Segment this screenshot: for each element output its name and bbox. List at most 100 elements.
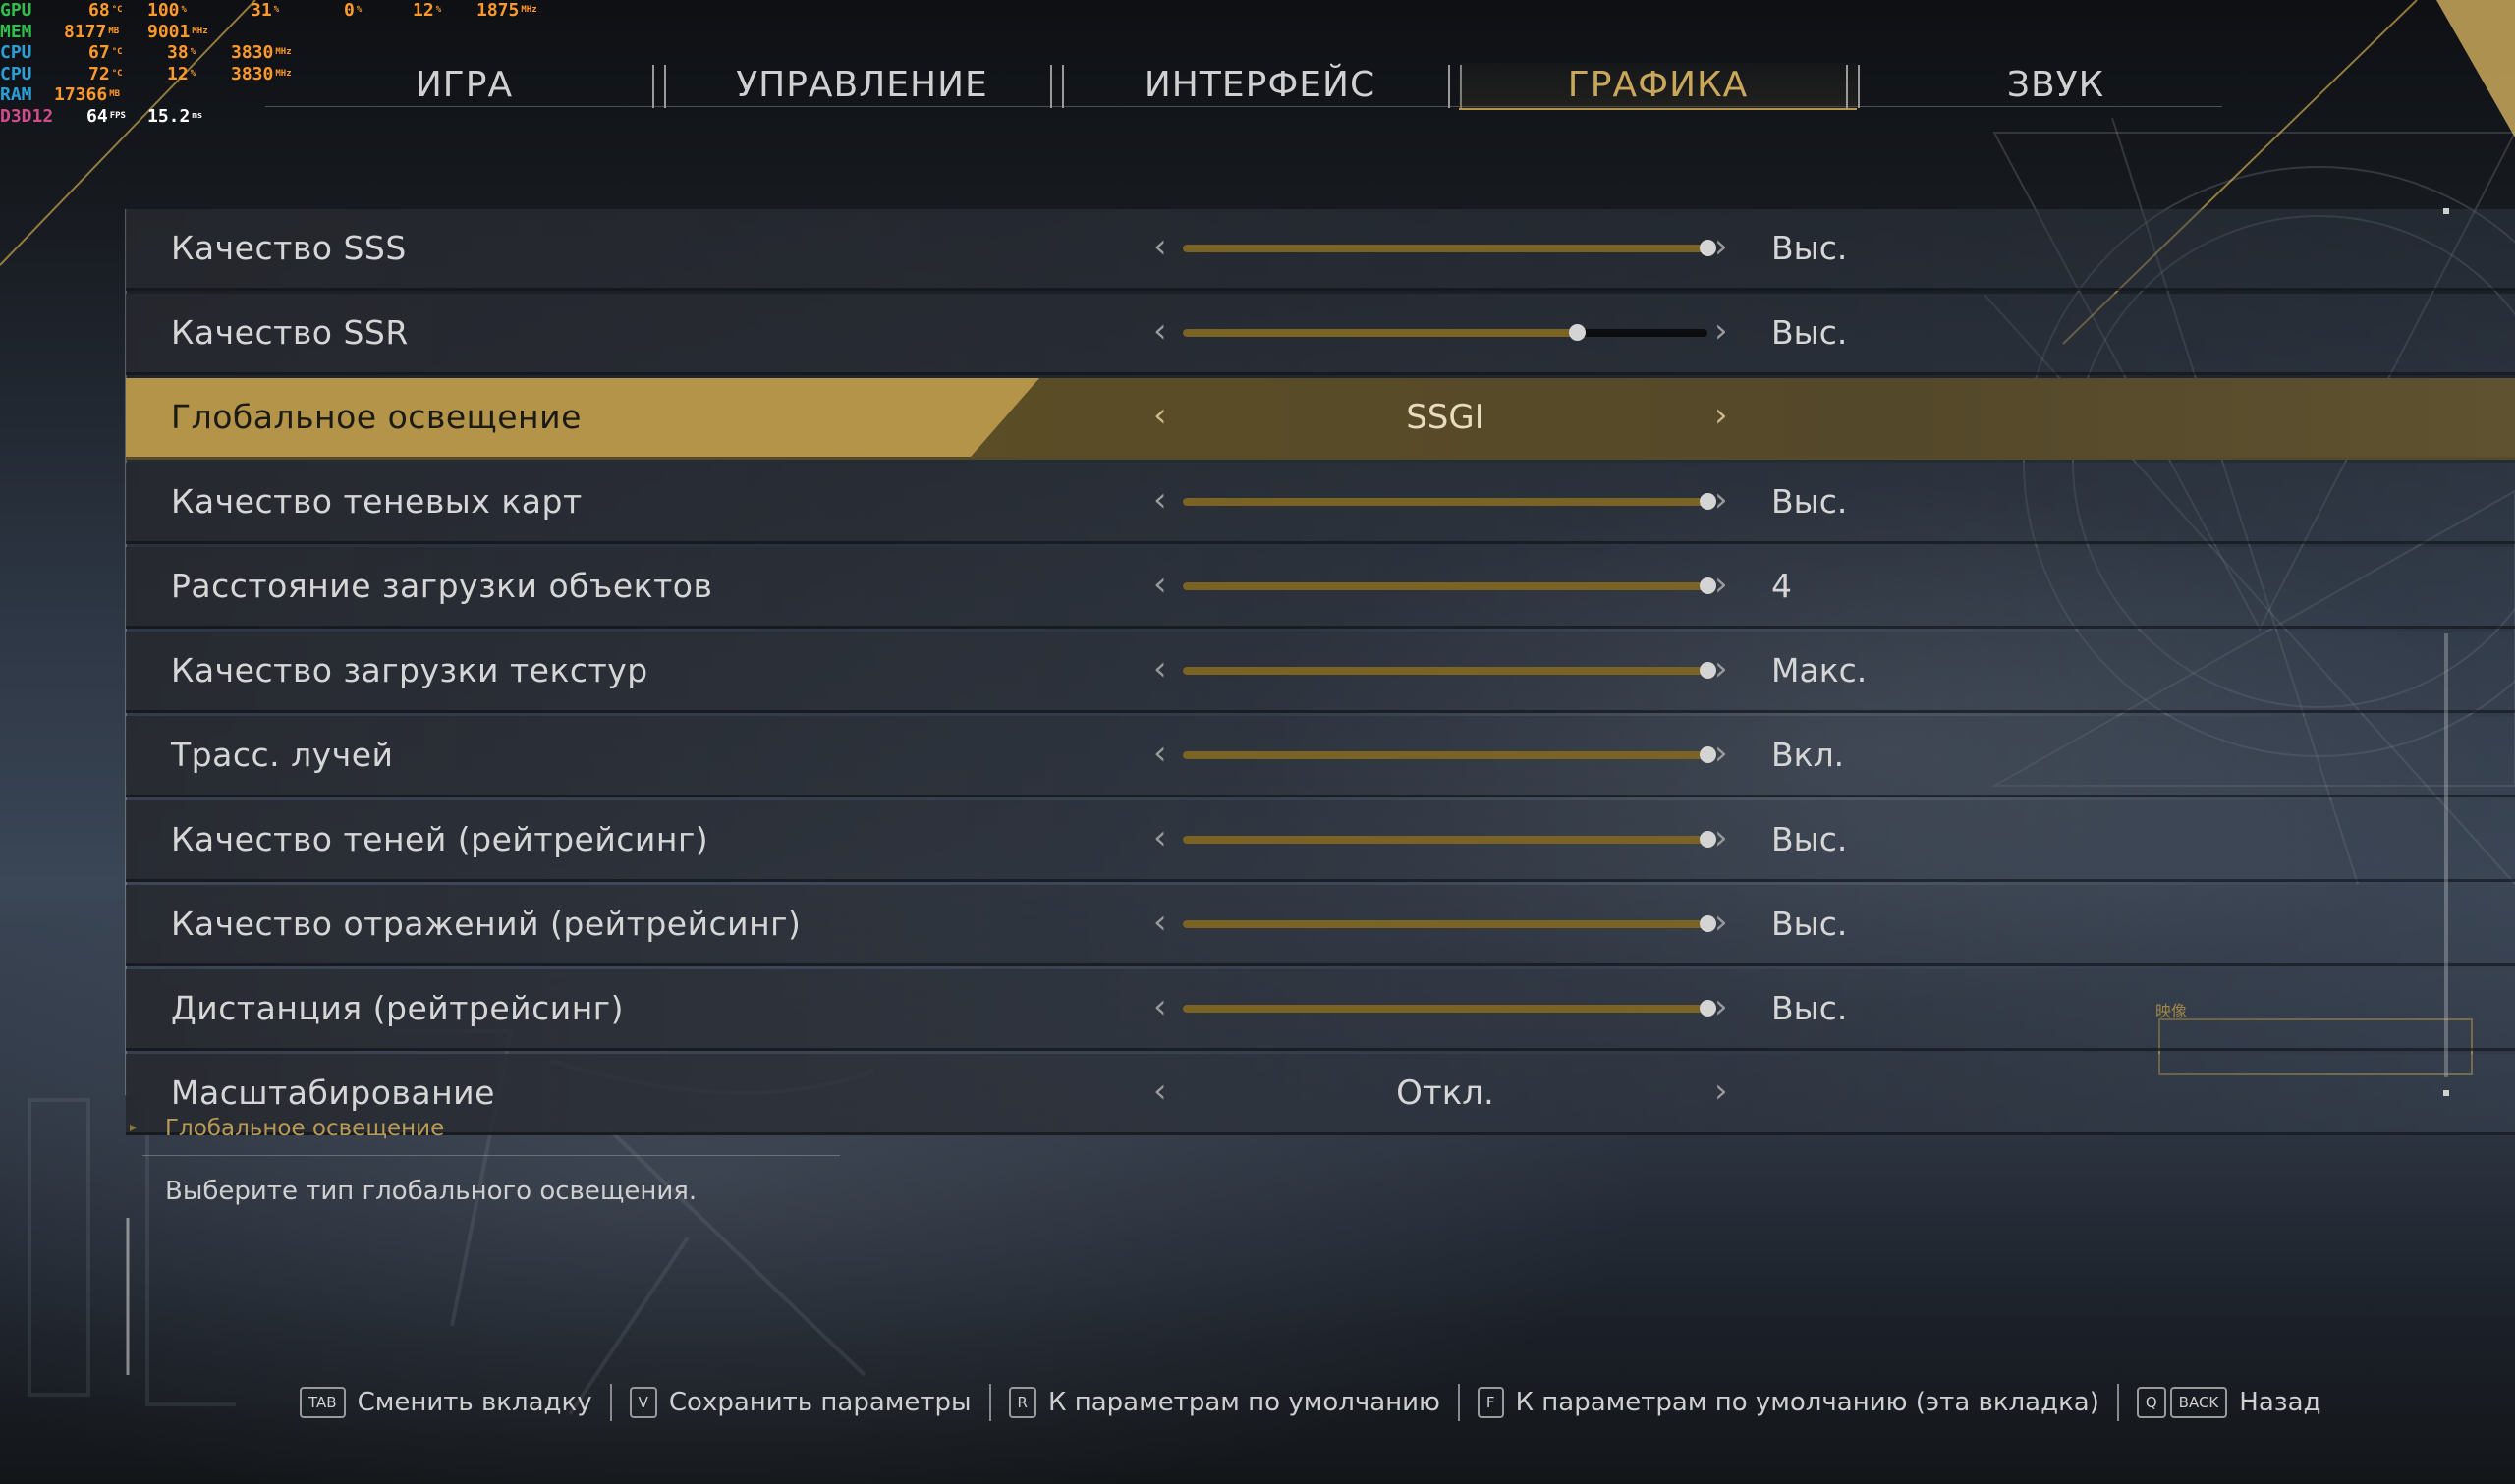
hint-separator xyxy=(1457,1384,1460,1421)
osd-row-key: MEM xyxy=(0,21,32,42)
chevron-left-icon[interactable]: ‹ xyxy=(1153,969,1167,1044)
osd-value: 12% xyxy=(167,63,196,84)
scrollbar-top-cap xyxy=(2443,208,2449,214)
slider-handle[interactable] xyxy=(1700,493,1716,510)
setting-label: Расстояние загрузки объектов xyxy=(171,567,713,605)
chevron-left-icon[interactable]: ‹ xyxy=(1153,294,1167,368)
chevron-left-icon[interactable]: ‹ xyxy=(1153,1054,1167,1128)
setting-slider[interactable] xyxy=(1183,831,1716,848)
chevron-right-icon[interactable]: › xyxy=(1714,294,1728,368)
osd-value: 0% xyxy=(344,0,363,21)
osd-value: 67 °C xyxy=(88,42,123,63)
setting-row[interactable]: Трасс. лучей ‹ › Вкл. xyxy=(126,716,2515,797)
setting-value: Выс. xyxy=(1771,229,1848,267)
key-cap: Q xyxy=(2136,1387,2166,1418)
setting-row[interactable]: Масштабирование ‹ › Откл. xyxy=(126,1054,2515,1135)
chevron-left-icon[interactable]: ‹ xyxy=(1153,378,1167,453)
tab-graphics[interactable]: ГРАФИКА xyxy=(1459,63,1857,110)
chevron-left-icon[interactable]: ‹ xyxy=(1153,716,1167,791)
osd-value: 9001 MHz xyxy=(147,21,208,42)
slider-handle[interactable] xyxy=(1700,831,1716,848)
setting-slider[interactable] xyxy=(1183,240,1716,256)
chevron-left-icon[interactable]: ‹ xyxy=(1153,885,1167,960)
osd-value: 12% xyxy=(413,0,442,21)
setting-slider[interactable] xyxy=(1183,324,1707,341)
description-text: Выберите тип глобального освещения. xyxy=(165,1177,698,1206)
osd-value: 72 °C xyxy=(88,63,123,84)
chevron-left-icon[interactable]: ‹ xyxy=(1153,209,1167,284)
key-hint[interactable]: R К параметрам по умолчанию xyxy=(1008,1387,1440,1418)
setting-row[interactable]: Глобальное освещение ‹ › SSGI xyxy=(126,378,2515,460)
slider-handle[interactable] xyxy=(1700,1000,1716,1017)
chevron-right-icon[interactable]: › xyxy=(1714,463,1728,537)
osd-value: 17366 MB xyxy=(54,84,121,105)
chevron-right-icon[interactable]: › xyxy=(1714,209,1728,284)
slider-handle[interactable] xyxy=(1700,746,1716,763)
chevron-right-icon[interactable]: › xyxy=(1714,885,1728,960)
setting-label: Качество SSR xyxy=(171,313,409,352)
chevron-right-icon[interactable]: › xyxy=(1714,1054,1728,1128)
slider-fill xyxy=(1183,836,1707,844)
chevron-right-icon[interactable]: › xyxy=(1714,547,1728,622)
key-hint[interactable]: V Сохранить параметры xyxy=(629,1387,972,1418)
setting-row[interactable]: Качество SSR ‹ › Выс. xyxy=(126,294,2515,375)
slider-fill xyxy=(1183,751,1707,759)
osd-row-key: D3D12 xyxy=(0,105,54,127)
slider-fill xyxy=(1183,498,1707,506)
setting-value: Макс. xyxy=(1771,651,1868,689)
setting-row[interactable]: Качество теневых карт ‹ › Выс. xyxy=(126,463,2515,544)
key-cap: R xyxy=(1008,1387,1036,1418)
key-hint-label: Сохранить параметры xyxy=(668,1388,972,1417)
tab-controls[interactable]: УПРАВЛЕНИЕ xyxy=(663,63,1061,108)
chevron-right-icon[interactable]: › xyxy=(1714,716,1728,791)
slider-handle[interactable] xyxy=(1700,915,1716,932)
slider-handle[interactable] xyxy=(1700,662,1716,679)
chevron-right-icon[interactable]: › xyxy=(1714,800,1728,875)
tab-interface[interactable]: ИНТЕРФЕЙС xyxy=(1061,63,1459,108)
chevron-left-icon[interactable]: ‹ xyxy=(1153,800,1167,875)
key-hint[interactable]: TAB Сменить вкладку xyxy=(300,1387,592,1418)
setting-row[interactable]: Качество загрузки текстур ‹ › Макс. xyxy=(126,632,2515,713)
setting-slider[interactable] xyxy=(1183,1000,1716,1017)
osd-value: 100% xyxy=(147,0,187,21)
tab-game[interactable]: ИГРА xyxy=(265,63,663,108)
slider-fill xyxy=(1183,329,1577,337)
setting-row[interactable]: Качество теней (рейтрейсинг) ‹ › Выс. xyxy=(126,800,2515,882)
key-hint-label: Назад xyxy=(2239,1388,2321,1417)
setting-label: Глобальное освещение xyxy=(171,398,582,436)
chevron-right-icon[interactable]: › xyxy=(1714,632,1728,706)
setting-value: Выс. xyxy=(1771,820,1848,858)
setting-slider[interactable] xyxy=(1183,662,1716,679)
chevron-left-icon[interactable]: ‹ xyxy=(1153,463,1167,537)
key-hint[interactable]: F К параметрам по умолчанию (эта вкладка) xyxy=(1477,1387,2099,1418)
scrollbar[interactable] xyxy=(2444,633,2448,1077)
chevron-right-icon[interactable]: › xyxy=(1714,378,1728,453)
key-hints-bar: TAB Сменить вкладку V Сохранить параметры R К… xyxy=(300,1383,2339,1422)
setting-row[interactable]: Качество отражений (рейтрейсинг) ‹ › Выс. xyxy=(126,885,2515,966)
key-hint[interactable]: Q BACK Назад xyxy=(2136,1387,2321,1418)
osd-value: 1875 MHz xyxy=(476,0,537,21)
slider-fill xyxy=(1183,245,1707,252)
setting-slider[interactable] xyxy=(1183,577,1716,594)
chevron-right-icon[interactable]: › xyxy=(1714,969,1728,1044)
setting-value: Выс. xyxy=(1771,482,1848,521)
setting-row[interactable]: Расстояние загрузки объектов ‹ › 4 xyxy=(126,547,2515,629)
hint-separator xyxy=(2116,1384,2119,1421)
setting-slider[interactable] xyxy=(1183,746,1716,763)
setting-label: Дистанция (рейтрейсинг) xyxy=(171,989,625,1027)
slider-fill xyxy=(1183,667,1707,675)
description-marker-icon: ▸ xyxy=(130,1120,138,1135)
slider-fill xyxy=(1183,582,1707,590)
slider-handle[interactable] xyxy=(1700,577,1716,594)
slider-handle[interactable] xyxy=(1568,324,1586,341)
chevron-left-icon[interactable]: ‹ xyxy=(1153,547,1167,622)
tab-sound[interactable]: ЗВУК xyxy=(1857,63,2255,108)
setting-row[interactable]: Качество SSS ‹ › Выс. xyxy=(126,209,2515,291)
osd-value: 3830 MHz xyxy=(231,42,292,63)
slider-handle[interactable] xyxy=(1700,240,1716,256)
chevron-left-icon[interactable]: ‹ xyxy=(1153,632,1167,706)
setting-slider[interactable] xyxy=(1183,493,1716,510)
setting-slider[interactable] xyxy=(1183,915,1716,932)
osd-value: 38% xyxy=(167,42,196,63)
osd-row-key: CPU xyxy=(0,63,32,84)
